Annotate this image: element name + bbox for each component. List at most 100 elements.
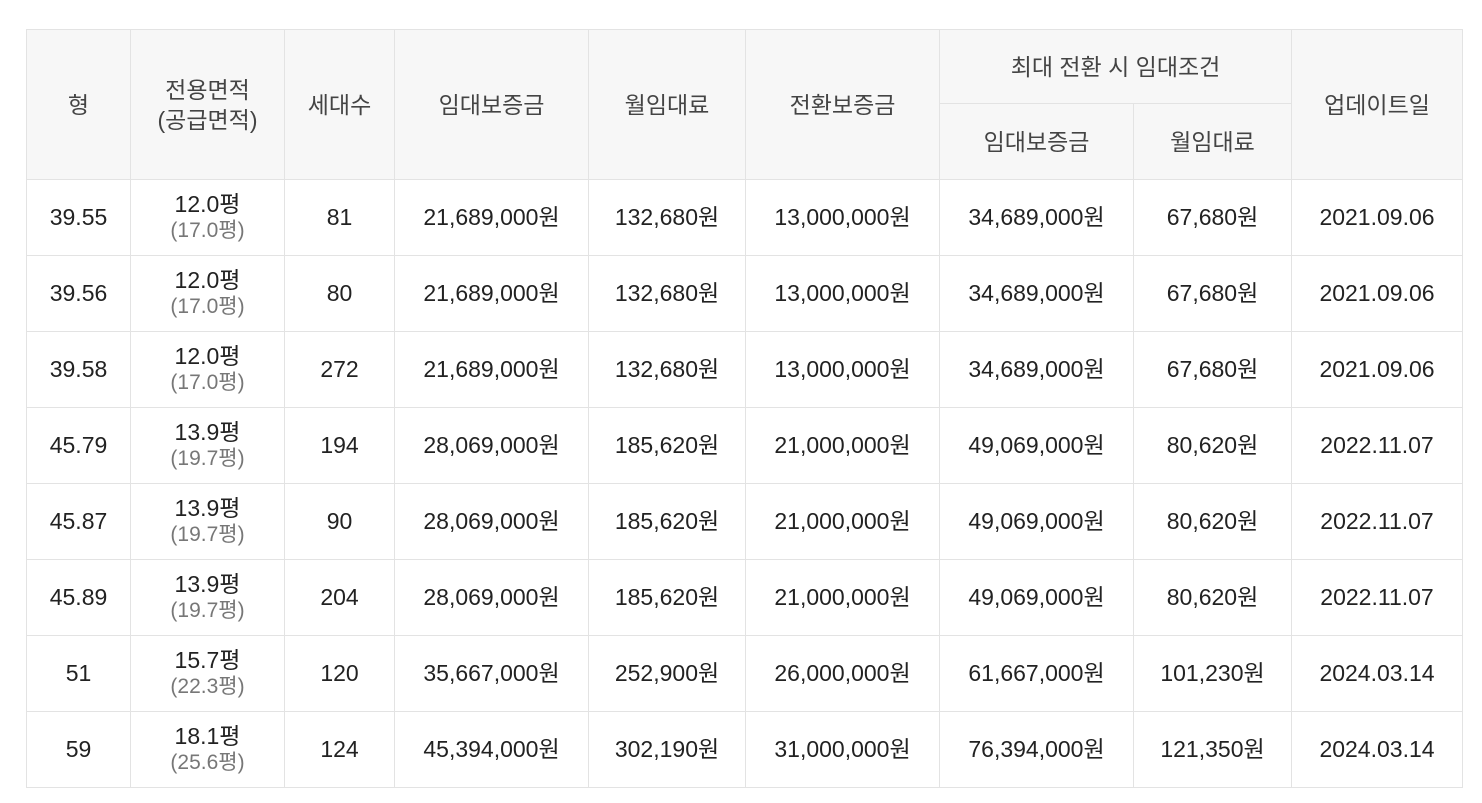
cell-households: 80 xyxy=(284,255,395,332)
cell-area-supply: (19.7평) xyxy=(170,447,245,470)
cell-update-date: 2024.03.14 xyxy=(1291,635,1463,712)
cell-max-monthly-rent: 80,620원 xyxy=(1133,407,1292,484)
cell-area-exclusive: 12.0평 xyxy=(174,267,241,293)
cell-area-exclusive: 13.9평 xyxy=(174,419,241,445)
cell-area-exclusive: 12.0평 xyxy=(174,343,241,369)
cell-area: 13.9평 (19.7평) xyxy=(130,559,285,636)
cell-update-date: 2022.11.07 xyxy=(1291,407,1463,484)
cell-max-deposit: 49,069,000원 xyxy=(939,559,1134,636)
table-row: 39.56 12.0평 (17.0평) 80 21,689,000원 132,6… xyxy=(26,255,1463,332)
cell-type: 45.79 xyxy=(26,407,131,484)
cell-monthly-rent: 185,620원 xyxy=(588,559,746,636)
cell-deposit: 21,689,000원 xyxy=(394,179,589,256)
cell-area-exclusive: 13.9평 xyxy=(174,495,241,521)
table-row: 51 15.7평 (22.3평) 120 35,667,000원 252,900… xyxy=(26,635,1463,712)
cell-area: 12.0평 (17.0평) xyxy=(130,179,285,256)
cell-households: 120 xyxy=(284,635,395,712)
cell-area-supply: (19.7평) xyxy=(170,523,245,546)
cell-area-supply: (17.0평) xyxy=(170,219,245,242)
cell-max-deposit: 34,689,000원 xyxy=(939,179,1134,256)
header-monthly-rent: 월임대료 xyxy=(588,29,746,180)
table-header: 형 전용면적 (공급면적) 세대수 임대보증금 월임대료 전환보증금 최대 전환… xyxy=(26,29,1463,180)
cell-households: 194 xyxy=(284,407,395,484)
cell-conversion-deposit: 13,000,000원 xyxy=(745,179,940,256)
cell-area-supply: (17.0평) xyxy=(170,371,245,394)
table-row: 39.55 12.0평 (17.0평) 81 21,689,000원 132,6… xyxy=(26,179,1463,256)
cell-max-deposit: 49,069,000원 xyxy=(939,483,1134,560)
cell-max-deposit: 61,667,000원 xyxy=(939,635,1134,712)
cell-area: 18.1평 (25.6평) xyxy=(130,711,285,788)
header-households: 세대수 xyxy=(284,29,395,180)
cell-deposit: 21,689,000원 xyxy=(394,331,589,408)
cell-monthly-rent: 132,680원 xyxy=(588,255,746,332)
cell-max-monthly-rent: 67,680원 xyxy=(1133,255,1292,332)
cell-area-exclusive: 13.9평 xyxy=(174,571,241,597)
cell-area-supply: (17.0평) xyxy=(170,295,245,318)
cell-conversion-deposit: 13,000,000원 xyxy=(745,331,940,408)
cell-monthly-rent: 302,190원 xyxy=(588,711,746,788)
header-row-1: 형 전용면적 (공급면적) 세대수 임대보증금 월임대료 전환보증금 최대 전환… xyxy=(26,29,1463,180)
cell-max-monthly-rent: 67,680원 xyxy=(1133,331,1292,408)
cell-deposit: 28,069,000원 xyxy=(394,483,589,560)
cell-area-exclusive: 15.7평 xyxy=(174,647,241,673)
cell-deposit: 45,394,000원 xyxy=(394,711,589,788)
cell-max-deposit: 34,689,000원 xyxy=(939,255,1134,332)
cell-update-date: 2022.11.07 xyxy=(1291,483,1463,560)
rental-conditions-table: 형 전용면적 (공급면적) 세대수 임대보증금 월임대료 전환보증금 최대 전환… xyxy=(26,29,1463,788)
table-row: 45.89 13.9평 (19.7평) 204 28,069,000원 185,… xyxy=(26,559,1463,636)
cell-conversion-deposit: 26,000,000원 xyxy=(745,635,940,712)
cell-monthly-rent: 185,620원 xyxy=(588,483,746,560)
cell-households: 81 xyxy=(284,179,395,256)
cell-monthly-rent: 252,900원 xyxy=(588,635,746,712)
cell-type: 51 xyxy=(26,635,131,712)
cell-update-date: 2024.03.14 xyxy=(1291,711,1463,788)
cell-households: 124 xyxy=(284,711,395,788)
cell-type: 45.89 xyxy=(26,559,131,636)
cell-area: 12.0평 (17.0평) xyxy=(130,331,285,408)
cell-update-date: 2022.11.07 xyxy=(1291,559,1463,636)
cell-area-exclusive: 12.0평 xyxy=(174,191,241,217)
cell-type: 59 xyxy=(26,711,131,788)
cell-max-monthly-rent: 80,620원 xyxy=(1133,483,1292,560)
cell-area: 13.9평 (19.7평) xyxy=(130,407,285,484)
header-conversion-deposit: 전환보증금 xyxy=(745,29,940,180)
cell-area-supply: (25.6평) xyxy=(170,751,245,774)
cell-conversion-deposit: 13,000,000원 xyxy=(745,255,940,332)
header-deposit: 임대보증금 xyxy=(394,29,589,180)
header-area-supply: (공급면적) xyxy=(157,106,258,133)
cell-area-supply: (22.3평) xyxy=(170,675,245,698)
cell-monthly-rent: 132,680원 xyxy=(588,331,746,408)
cell-monthly-rent: 132,680원 xyxy=(588,179,746,256)
cell-max-deposit: 34,689,000원 xyxy=(939,331,1134,408)
cell-conversion-deposit: 31,000,000원 xyxy=(745,711,940,788)
cell-conversion-deposit: 21,000,000원 xyxy=(745,407,940,484)
header-type: 형 xyxy=(26,29,131,180)
cell-households: 272 xyxy=(284,331,395,408)
cell-households: 90 xyxy=(284,483,395,560)
cell-deposit: 28,069,000원 xyxy=(394,559,589,636)
cell-update-date: 2021.09.06 xyxy=(1291,179,1463,256)
cell-area: 12.0평 (17.0평) xyxy=(130,255,285,332)
cell-deposit: 21,689,000원 xyxy=(394,255,589,332)
table-row: 39.58 12.0평 (17.0평) 272 21,689,000원 132,… xyxy=(26,331,1463,408)
cell-update-date: 2021.09.06 xyxy=(1291,331,1463,408)
cell-max-monthly-rent: 67,680원 xyxy=(1133,179,1292,256)
cell-conversion-deposit: 21,000,000원 xyxy=(745,483,940,560)
cell-type: 45.87 xyxy=(26,483,131,560)
header-update-date: 업데이트일 xyxy=(1291,29,1463,180)
cell-area-supply: (19.7평) xyxy=(170,599,245,622)
header-max-monthly-rent: 월임대료 xyxy=(1133,103,1292,180)
table-body: 39.55 12.0평 (17.0평) 81 21,689,000원 132,6… xyxy=(26,179,1463,788)
cell-update-date: 2021.09.06 xyxy=(1291,255,1463,332)
cell-households: 204 xyxy=(284,559,395,636)
header-area-exclusive: 전용면적 xyxy=(165,76,250,103)
cell-max-deposit: 76,394,000원 xyxy=(939,711,1134,788)
cell-conversion-deposit: 21,000,000원 xyxy=(745,559,940,636)
header-max-deposit: 임대보증금 xyxy=(939,103,1134,180)
table-row: 59 18.1평 (25.6평) 124 45,394,000원 302,190… xyxy=(26,711,1463,788)
cell-monthly-rent: 185,620원 xyxy=(588,407,746,484)
cell-type: 39.58 xyxy=(26,331,131,408)
cell-max-deposit: 49,069,000원 xyxy=(939,407,1134,484)
cell-deposit: 35,667,000원 xyxy=(394,635,589,712)
header-area: 전용면적 (공급면적) xyxy=(130,29,285,180)
